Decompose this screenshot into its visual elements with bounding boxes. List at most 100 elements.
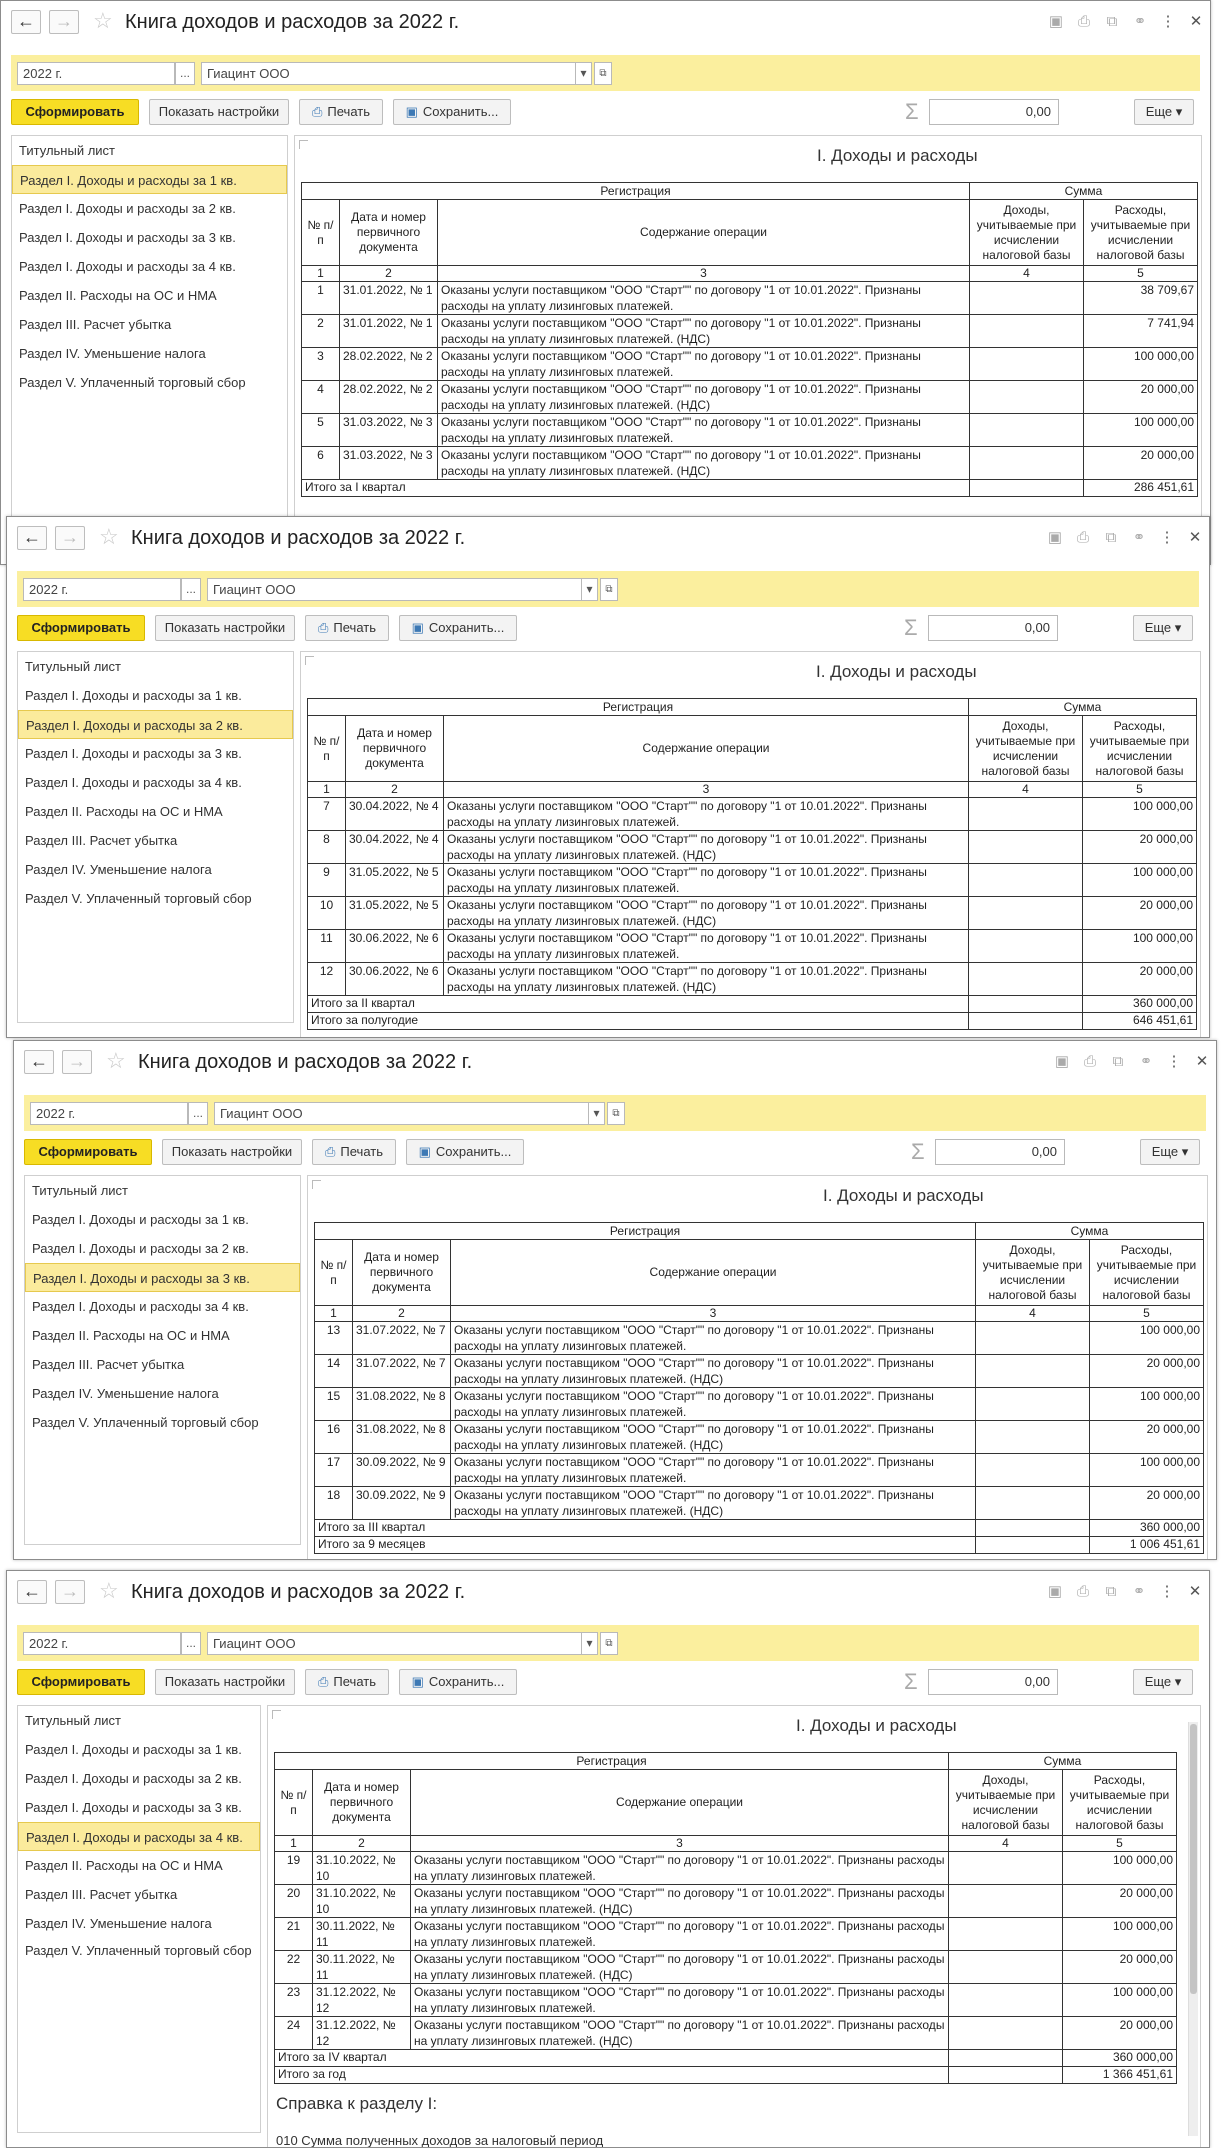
sidebar-item-4[interactable]: Раздел I. Доходы и расходы за 4 кв. bbox=[18, 768, 293, 797]
organization-field[interactable]: Гиацинт ООО bbox=[201, 62, 576, 85]
print-button[interactable]: ⎙ Печать bbox=[312, 1139, 396, 1165]
save-button[interactable]: ▣ Сохранить... bbox=[406, 1139, 524, 1165]
show-settings-button[interactable]: Показать настройки bbox=[162, 1139, 302, 1165]
period-field[interactable]: 2022 г. bbox=[30, 1102, 188, 1125]
generate-button[interactable]: Сформировать bbox=[24, 1139, 152, 1165]
show-settings-button[interactable]: Показать настройки bbox=[149, 99, 289, 125]
sidebar-item-6[interactable]: Раздел III. Расчет убытка bbox=[18, 1880, 260, 1909]
sidebar-item-5[interactable]: Раздел II. Расходы на ОС и НМА bbox=[12, 281, 287, 310]
save-button[interactable]: ▣ Сохранить... bbox=[399, 1669, 517, 1695]
preview-icon[interactable]: ⧉ bbox=[1102, 1583, 1120, 1601]
organization-dropdown-icon[interactable]: ▾ bbox=[589, 1102, 605, 1125]
sidebar-item-3[interactable]: Раздел I. Доходы и расходы за 3 кв. bbox=[12, 223, 287, 252]
sidebar-item-8[interactable]: Раздел V. Уплаченный торговый сбор bbox=[25, 1408, 300, 1437]
more-vert-icon[interactable]: ⋮ bbox=[1159, 13, 1177, 31]
sidebar-item-2[interactable]: Раздел I. Доходы и расходы за 2 кв. bbox=[18, 710, 293, 739]
more-menu-button[interactable]: Еще ▾ bbox=[1133, 1669, 1193, 1695]
generate-button[interactable]: Сформировать bbox=[11, 99, 139, 125]
sidebar-item-1[interactable]: Раздел I. Доходы и расходы за 1 кв. bbox=[18, 681, 293, 710]
preview-icon[interactable]: ⧉ bbox=[1109, 1053, 1127, 1071]
sidebar-item-3[interactable]: Раздел I. Доходы и расходы за 3 кв. bbox=[18, 739, 293, 768]
back-button[interactable]: ← bbox=[24, 1050, 54, 1074]
period-field[interactable]: 2022 г. bbox=[17, 62, 175, 85]
sidebar-item-4[interactable]: Раздел I. Доходы и расходы за 4 кв. bbox=[12, 252, 287, 281]
sidebar-item-4[interactable]: Раздел I. Доходы и расходы за 4 кв. bbox=[25, 1292, 300, 1321]
favorite-star-icon[interactable]: ☆ bbox=[99, 1580, 119, 1602]
save-icon[interactable]: ▣ bbox=[1053, 1053, 1071, 1071]
back-button[interactable]: ← bbox=[17, 526, 47, 550]
link-icon[interactable]: ⚭ bbox=[1131, 13, 1149, 31]
print-icon[interactable]: ⎙ bbox=[1081, 1053, 1099, 1071]
save-icon[interactable]: ▣ bbox=[1047, 13, 1065, 31]
print-button[interactable]: ⎙ Печать bbox=[305, 1669, 389, 1695]
save-icon[interactable]: ▣ bbox=[1046, 1583, 1064, 1601]
forward-button[interactable]: → bbox=[55, 1580, 85, 1604]
generate-button[interactable]: Сформировать bbox=[17, 615, 145, 641]
sidebar-item-4[interactable]: Раздел I. Доходы и расходы за 4 кв. bbox=[18, 1822, 260, 1851]
sidebar-item-3[interactable]: Раздел I. Доходы и расходы за 3 кв. bbox=[18, 1793, 260, 1822]
forward-button[interactable]: → bbox=[55, 526, 85, 550]
period-select-button[interactable]: ... bbox=[188, 1102, 208, 1125]
sidebar-item-6[interactable]: Раздел III. Расчет убытка bbox=[12, 310, 287, 339]
organization-open-icon[interactable]: ⧉ bbox=[600, 1632, 618, 1655]
sum-field[interactable]: 0,00 bbox=[935, 1139, 1065, 1165]
save-button[interactable]: ▣ Сохранить... bbox=[393, 99, 511, 125]
sum-field[interactable]: 0,00 bbox=[928, 615, 1058, 641]
more-menu-button[interactable]: Еще ▾ bbox=[1133, 615, 1193, 641]
sidebar-item-8[interactable]: Раздел V. Уплаченный торговый сбор bbox=[12, 368, 287, 397]
link-icon[interactable]: ⚭ bbox=[1130, 1583, 1148, 1601]
close-icon[interactable]: ✕ bbox=[1186, 529, 1204, 547]
sidebar-item-8[interactable]: Раздел V. Уплаченный торговый сбор bbox=[18, 1938, 260, 1982]
sidebar-item-0[interactable]: Титульный лист bbox=[18, 652, 293, 681]
organization-open-icon[interactable]: ⧉ bbox=[600, 578, 618, 601]
organization-field[interactable]: Гиацинт ООО bbox=[207, 1632, 582, 1655]
sidebar-item-2[interactable]: Раздел I. Доходы и расходы за 2 кв. bbox=[12, 194, 287, 223]
close-icon[interactable]: ✕ bbox=[1193, 1053, 1211, 1071]
organization-field[interactable]: Гиацинт ООО bbox=[214, 1102, 589, 1125]
sidebar-item-6[interactable]: Раздел III. Расчет убытка bbox=[25, 1350, 300, 1379]
sidebar-item-3[interactable]: Раздел I. Доходы и расходы за 3 кв. bbox=[25, 1263, 300, 1292]
sidebar-item-5[interactable]: Раздел II. Расходы на ОС и НМА bbox=[18, 797, 293, 826]
print-button[interactable]: ⎙ Печать bbox=[305, 615, 389, 641]
scrollbar-thumb[interactable] bbox=[1190, 1724, 1197, 1994]
save-icon[interactable]: ▣ bbox=[1046, 529, 1064, 547]
organization-field[interactable]: Гиацинт ООО bbox=[207, 578, 582, 601]
back-button[interactable]: ← bbox=[11, 10, 41, 34]
period-select-button[interactable]: ... bbox=[181, 1632, 201, 1655]
print-icon[interactable]: ⎙ bbox=[1075, 13, 1093, 31]
more-menu-button[interactable]: Еще ▾ bbox=[1140, 1139, 1200, 1165]
more-vert-icon[interactable]: ⋮ bbox=[1165, 1053, 1183, 1071]
sidebar-item-0[interactable]: Титульный лист bbox=[12, 136, 287, 165]
more-vert-icon[interactable]: ⋮ bbox=[1158, 529, 1176, 547]
report-scrollbar[interactable] bbox=[1188, 1722, 1198, 2136]
back-button[interactable]: ← bbox=[17, 1580, 47, 1604]
sidebar-item-1[interactable]: Раздел I. Доходы и расходы за 1 кв. bbox=[25, 1205, 300, 1234]
organization-open-icon[interactable]: ⧉ bbox=[594, 62, 612, 85]
sidebar-item-1[interactable]: Раздел I. Доходы и расходы за 1 кв. bbox=[12, 165, 287, 194]
sidebar-item-0[interactable]: Титульный лист bbox=[18, 1706, 260, 1735]
print-icon[interactable]: ⎙ bbox=[1074, 529, 1092, 547]
organization-dropdown-icon[interactable]: ▾ bbox=[576, 62, 592, 85]
organization-dropdown-icon[interactable]: ▾ bbox=[582, 1632, 598, 1655]
favorite-star-icon[interactable]: ☆ bbox=[99, 526, 119, 548]
sidebar-item-2[interactable]: Раздел I. Доходы и расходы за 2 кв. bbox=[25, 1234, 300, 1263]
forward-button[interactable]: → bbox=[49, 10, 79, 34]
sidebar-item-2[interactable]: Раздел I. Доходы и расходы за 2 кв. bbox=[18, 1764, 260, 1793]
period-select-button[interactable]: ... bbox=[175, 62, 195, 85]
show-settings-button[interactable]: Показать настройки bbox=[155, 615, 295, 641]
sidebar-item-5[interactable]: Раздел II. Расходы на ОС и НМА bbox=[25, 1321, 300, 1350]
link-icon[interactable]: ⚭ bbox=[1130, 529, 1148, 547]
organization-open-icon[interactable]: ⧉ bbox=[607, 1102, 625, 1125]
generate-button[interactable]: Сформировать bbox=[17, 1669, 145, 1695]
period-field[interactable]: 2022 г. bbox=[23, 578, 181, 601]
sidebar-item-1[interactable]: Раздел I. Доходы и расходы за 1 кв. bbox=[18, 1735, 260, 1764]
organization-dropdown-icon[interactable]: ▾ bbox=[582, 578, 598, 601]
show-settings-button[interactable]: Показать настройки bbox=[155, 1669, 295, 1695]
sidebar-item-7[interactable]: Раздел IV. Уменьшение налога bbox=[18, 1909, 260, 1938]
favorite-star-icon[interactable]: ☆ bbox=[93, 10, 113, 32]
favorite-star-icon[interactable]: ☆ bbox=[106, 1050, 126, 1072]
print-button[interactable]: ⎙ Печать bbox=[299, 99, 383, 125]
forward-button[interactable]: → bbox=[62, 1050, 92, 1074]
close-icon[interactable]: ✕ bbox=[1186, 1583, 1204, 1601]
more-menu-button[interactable]: Еще ▾ bbox=[1134, 99, 1194, 125]
